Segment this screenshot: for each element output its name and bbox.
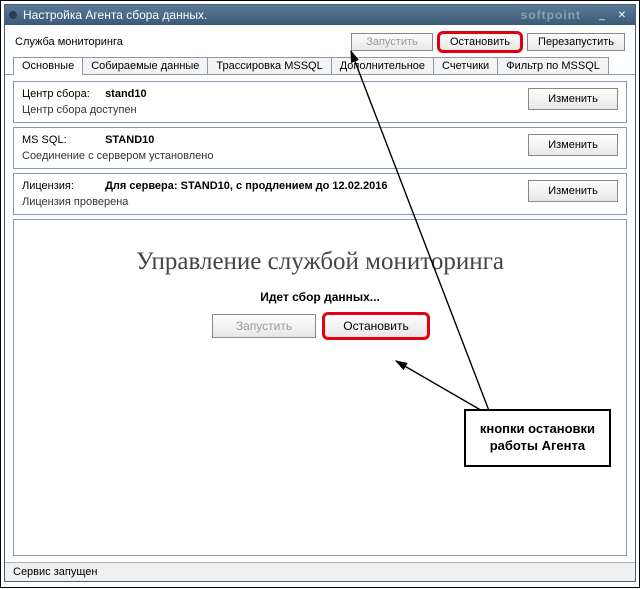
tab-strip: Основные Собираемые данные Трассировка M…: [5, 57, 635, 75]
panel-center: Центр сбора: stand10 Центр сбора доступе…: [13, 81, 627, 123]
service-restart-button[interactable]: Перезапустить: [527, 33, 625, 51]
panel-license: Лицензия: Для сервера: STAND10, с продле…: [13, 173, 627, 215]
license-change-button[interactable]: Изменить: [528, 180, 618, 202]
mssql-label: MS SQL:: [22, 134, 102, 146]
mssql-status: Соединение с сервером установлено: [22, 150, 528, 162]
management-start-button[interactable]: Запустить: [212, 314, 316, 338]
panel-mssql: MS SQL: STAND10 Соединение с сервером ус…: [13, 127, 627, 169]
tab-filter-mssql[interactable]: Фильтр по MSSQL: [497, 57, 609, 74]
center-label: Центр сбора:: [22, 88, 102, 100]
annotation-line1: кнопки остановки: [480, 421, 595, 438]
minimize-button[interactable]: _: [593, 8, 611, 22]
license-value: Для сервера: STAND10, с продлением до 12…: [105, 180, 387, 192]
annotation-callout: кнопки остановки работы Агента: [464, 409, 611, 467]
app-icon: [9, 11, 17, 19]
center-status: Центр сбора доступен: [22, 104, 528, 116]
mssql-change-button[interactable]: Изменить: [528, 134, 618, 156]
close-button[interactable]: ✕: [613, 8, 631, 22]
statusbar-text: Сервис запущен: [13, 566, 97, 578]
tab-main[interactable]: Основные: [13, 57, 83, 75]
license-label: Лицензия:: [22, 180, 102, 192]
management-title: Управление службой мониторинга: [136, 248, 504, 276]
tab-collected[interactable]: Собираемые данные: [82, 57, 208, 74]
management-buttons: Запустить Остановить: [212, 314, 428, 338]
annotation-line2: работы Агента: [480, 438, 595, 455]
service-stop-button[interactable]: Остановить: [439, 33, 521, 51]
management-stop-button[interactable]: Остановить: [324, 314, 428, 338]
titlebar: Настройка Агента сбора данных. softpoint…: [5, 5, 635, 25]
app-window: Настройка Агента сбора данных. softpoint…: [4, 4, 636, 582]
tab-additional[interactable]: Дополнительное: [331, 57, 434, 74]
window-title: Настройка Агента сбора данных.: [23, 8, 207, 22]
center-change-button[interactable]: Изменить: [528, 88, 618, 110]
center-value: stand10: [105, 88, 147, 100]
mssql-value: STAND10: [105, 134, 154, 146]
watermark: softpoint: [521, 8, 581, 22]
tab-content: Центр сбора: stand10 Центр сбора доступе…: [5, 75, 635, 562]
tab-trace-mssql[interactable]: Трассировка MSSQL: [207, 57, 331, 74]
statusbar: Сервис запущен: [5, 562, 635, 581]
tab-counters[interactable]: Счетчики: [433, 57, 498, 74]
service-label: Служба мониторинга: [15, 36, 123, 48]
license-status: Лицензия проверена: [22, 196, 528, 208]
service-start-button[interactable]: Запустить: [351, 33, 433, 51]
panel-management: Управление службой мониторинга Идет сбор…: [13, 219, 627, 556]
management-status: Идет сбор данных...: [260, 290, 380, 304]
service-controls: Служба мониторинга Запустить Остановить …: [5, 25, 635, 57]
